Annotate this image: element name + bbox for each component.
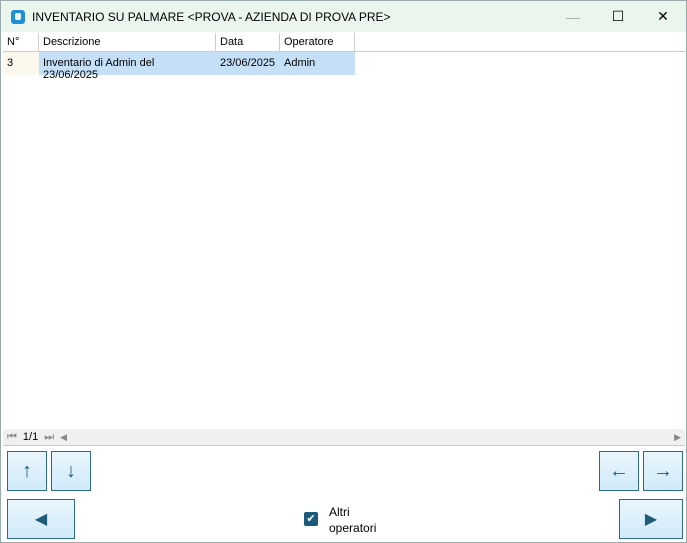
column-header-descrizione[interactable]: Descrizione bbox=[39, 33, 216, 51]
scroll-right-icon[interactable]: ▶ bbox=[674, 432, 681, 443]
page-indicator: 1/1 bbox=[22, 431, 39, 443]
cell-descrizione[interactable]: Inventario di Admin del 23/06/2025 bbox=[39, 52, 216, 81]
column-header-n[interactable]: N° bbox=[3, 33, 39, 51]
column-header-operatore[interactable]: Operatore bbox=[280, 33, 355, 51]
move-down-button[interactable]: ↓ bbox=[51, 451, 91, 491]
first-page-icon[interactable]: ⏮ bbox=[7, 431, 17, 444]
cell-n[interactable]: 3 bbox=[3, 52, 39, 75]
close-button[interactable]: ✕ bbox=[640, 1, 686, 32]
window-title: INVENTARIO SU PALMARE <PROVA - AZIENDA D… bbox=[32, 9, 391, 24]
scroll-left-icon[interactable]: ◀ bbox=[60, 432, 67, 443]
altri-operatori-checkbox[interactable]: ✔ bbox=[304, 512, 318, 526]
move-up-button[interactable]: ↑ bbox=[7, 451, 47, 491]
previous-button[interactable]: ◀ bbox=[7, 499, 75, 539]
column-header-data[interactable]: Data bbox=[216, 33, 280, 51]
cell-operatore[interactable]: Admin bbox=[280, 52, 355, 75]
table-row[interactable]: 3 Inventario di Admin del 23/06/2025 23/… bbox=[3, 52, 685, 81]
window: INVENTARIO SU PALMARE <PROVA - AZIENDA D… bbox=[0, 0, 687, 543]
inventory-table: N° Descrizione Data Operatore 3 Inventar… bbox=[3, 33, 685, 429]
app-icon bbox=[11, 9, 25, 24]
label-line-2: operatori bbox=[329, 521, 377, 535]
maximize-button[interactable]: ☐ bbox=[595, 1, 641, 32]
minimize-button[interactable]: — bbox=[550, 1, 596, 32]
label-line-1: Altri bbox=[329, 505, 350, 519]
move-left-button[interactable]: ← bbox=[599, 451, 639, 491]
move-right-button[interactable]: → bbox=[643, 451, 683, 491]
last-page-icon[interactable]: ⏭ bbox=[44, 431, 54, 444]
cell-data[interactable]: 23/06/2025 bbox=[216, 52, 280, 75]
next-button[interactable]: ▶ bbox=[619, 499, 683, 539]
altri-operatori-label[interactable]: Altri operatori bbox=[329, 504, 376, 536]
title-bar: INVENTARIO SU PALMARE <PROVA - AZIENDA D… bbox=[1, 1, 686, 32]
pager-bar: ⏮ 1/1 ⏭ ◀ ▶ bbox=[3, 429, 685, 446]
